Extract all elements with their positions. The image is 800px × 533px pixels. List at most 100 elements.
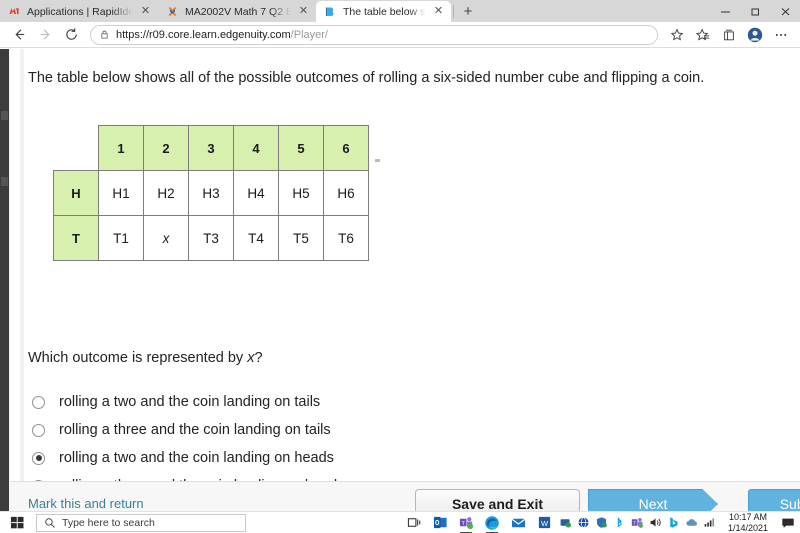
- bluetooth-icon[interactable]: [611, 512, 628, 533]
- outcomes-table: 1 2 3 4 5 6 H H1 H2 H3 H4 H5 H6 T: [53, 125, 369, 261]
- word-icon[interactable]: W: [531, 512, 557, 533]
- security-shield-icon[interactable]: [593, 512, 610, 533]
- outlook-icon[interactable]: [427, 512, 453, 533]
- teams-tray-icon[interactable]: T: [629, 512, 646, 533]
- cell-t5: T5: [279, 216, 324, 261]
- browser-tab-2-close-icon[interactable]: ✕: [297, 5, 310, 18]
- cell-h5: H5: [279, 171, 324, 216]
- rail-notch-bottom[interactable]: [1, 177, 8, 186]
- onedrive-sync-icon[interactable]: [557, 512, 574, 533]
- tab-strip: Applications | RapidIdentity ✕ MA2002V M…: [0, 0, 710, 22]
- new-tab-button[interactable]: +: [456, 1, 480, 22]
- row-header-h: H: [54, 171, 99, 216]
- star-icon[interactable]: [664, 24, 690, 46]
- windows-start-icon[interactable]: [0, 512, 34, 533]
- svg-text:T: T: [633, 521, 636, 527]
- browser-tab-1-close-icon[interactable]: ✕: [139, 5, 152, 18]
- more-options-icon[interactable]: [768, 24, 794, 46]
- mail-icon[interactable]: [505, 512, 531, 533]
- cell-h1: H1: [99, 171, 144, 216]
- onedrive-cloud-icon[interactable]: [683, 512, 700, 533]
- prompt-text-before: Which outcome is represented by: [28, 350, 247, 366]
- col-header-6: 6: [324, 126, 369, 171]
- volume-icon[interactable]: [647, 512, 664, 533]
- url-host: https://r09.core.learn.edgenuity.com: [116, 29, 291, 41]
- cell-h4: H4: [234, 171, 279, 216]
- radio-button-1[interactable]: [32, 396, 45, 409]
- col-header-4: 4: [234, 126, 279, 171]
- cell-variable-x: x: [144, 216, 189, 261]
- col-header-3: 3: [189, 126, 234, 171]
- submit-button[interactable]: Subm: [748, 489, 800, 511]
- system-tray: T: [557, 512, 720, 533]
- address-bar-url: https://r09.core.learn.edgenuity.com/Pla…: [116, 29, 328, 41]
- choice-label-2: rolling a three and the coin landing on …: [59, 422, 331, 438]
- table-row-tails: T T1 x T3 T4 T5 T6: [54, 216, 369, 261]
- clock-date: 1/14/2021: [726, 523, 770, 533]
- tab-divider: [453, 5, 454, 18]
- teams-icon[interactable]: T: [453, 512, 479, 533]
- content-scroll-edge: [20, 49, 24, 481]
- notifications-icon[interactable]: [776, 512, 800, 533]
- cell-t1: T1: [99, 216, 144, 261]
- address-bar[interactable]: https://r09.core.learn.edgenuity.com/Pla…: [90, 25, 658, 45]
- window-close-button[interactable]: [770, 0, 800, 22]
- cell-h6: H6: [324, 171, 369, 216]
- svg-text:T: T: [461, 521, 465, 527]
- clock-time: 10:17 AM: [726, 512, 770, 523]
- save-and-exit-button[interactable]: Save and Exit: [415, 489, 580, 511]
- app-left-rail: [0, 49, 9, 511]
- back-arrow-icon[interactable]: [6, 24, 32, 46]
- search-placeholder: Type here to search: [62, 517, 155, 529]
- browser-tab-3-label: The table below shows all of the: [343, 6, 426, 18]
- search-icon: [44, 517, 56, 529]
- bing-icon[interactable]: [665, 512, 682, 533]
- rail-notch-top[interactable]: [1, 111, 8, 120]
- taskbar-clock[interactable]: 10:17 AM 1/14/2021: [720, 512, 776, 533]
- question-card: The table below shows all of the possibl…: [10, 49, 800, 481]
- rapididentity-icon: [8, 5, 21, 18]
- search-input[interactable]: Type here to search: [36, 514, 246, 532]
- edge-icon[interactable]: [479, 512, 505, 533]
- table-corner-cell: [54, 126, 99, 171]
- forward-arrow-icon: [32, 24, 58, 46]
- browser-tab-2[interactable]: MA2002V Math 7 Q2 EIAMS - Ed ✕: [158, 1, 316, 22]
- lock-icon: [99, 29, 110, 40]
- radio-button-2[interactable]: [32, 424, 45, 437]
- choice-option-2[interactable]: rolling a three and the coin landing on …: [32, 416, 732, 444]
- globe-icon[interactable]: [575, 512, 592, 533]
- next-button[interactable]: Next: [588, 489, 718, 511]
- task-view-icon[interactable]: [401, 512, 427, 533]
- sub-question-prompt: Which outcome is represented by x?: [28, 350, 263, 366]
- mark-and-return-link[interactable]: Mark this and return: [28, 496, 144, 511]
- edgenuity-icon: [166, 5, 179, 18]
- col-header-2: 2: [144, 126, 189, 171]
- image-artifact-dot: [375, 159, 380, 162]
- browser-tab-1-label: Applications | RapidIdentity: [27, 6, 133, 18]
- collections-icon[interactable]: [716, 24, 742, 46]
- svg-text:W: W: [540, 519, 548, 528]
- choice-label-3: rolling a two and the coin landing on he…: [59, 450, 334, 466]
- page-viewport: The table below shows all of the possibl…: [0, 49, 800, 511]
- col-header-5: 5: [279, 126, 324, 171]
- favorites-icon[interactable]: [690, 24, 716, 46]
- window-minimize-button[interactable]: [710, 0, 740, 22]
- network-signal-icon[interactable]: [701, 512, 718, 533]
- radio-button-3[interactable]: [32, 452, 45, 465]
- browser-tab-3[interactable]: The table below shows all of the ✕: [316, 1, 451, 22]
- choice-option-3[interactable]: rolling a two and the coin landing on he…: [32, 444, 732, 472]
- document-icon: [324, 5, 337, 18]
- refresh-icon[interactable]: [58, 24, 84, 46]
- question-stem: The table below shows all of the possibl…: [28, 69, 788, 88]
- browser-tab-1[interactable]: Applications | RapidIdentity ✕: [0, 1, 158, 22]
- cell-t6: T6: [324, 216, 369, 261]
- screen: Applications | RapidIdentity ✕ MA2002V M…: [0, 0, 800, 533]
- window-controls: [710, 0, 800, 22]
- profile-avatar-icon[interactable]: [742, 24, 768, 46]
- window-maximize-button[interactable]: [740, 0, 770, 22]
- cell-h2: H2: [144, 171, 189, 216]
- table-header-row: 1 2 3 4 5 6: [54, 126, 369, 171]
- browser-tab-3-close-icon[interactable]: ✕: [432, 5, 445, 18]
- choice-option-1[interactable]: rolling a two and the coin landing on ta…: [32, 388, 732, 416]
- url-path: /Player/: [291, 29, 328, 41]
